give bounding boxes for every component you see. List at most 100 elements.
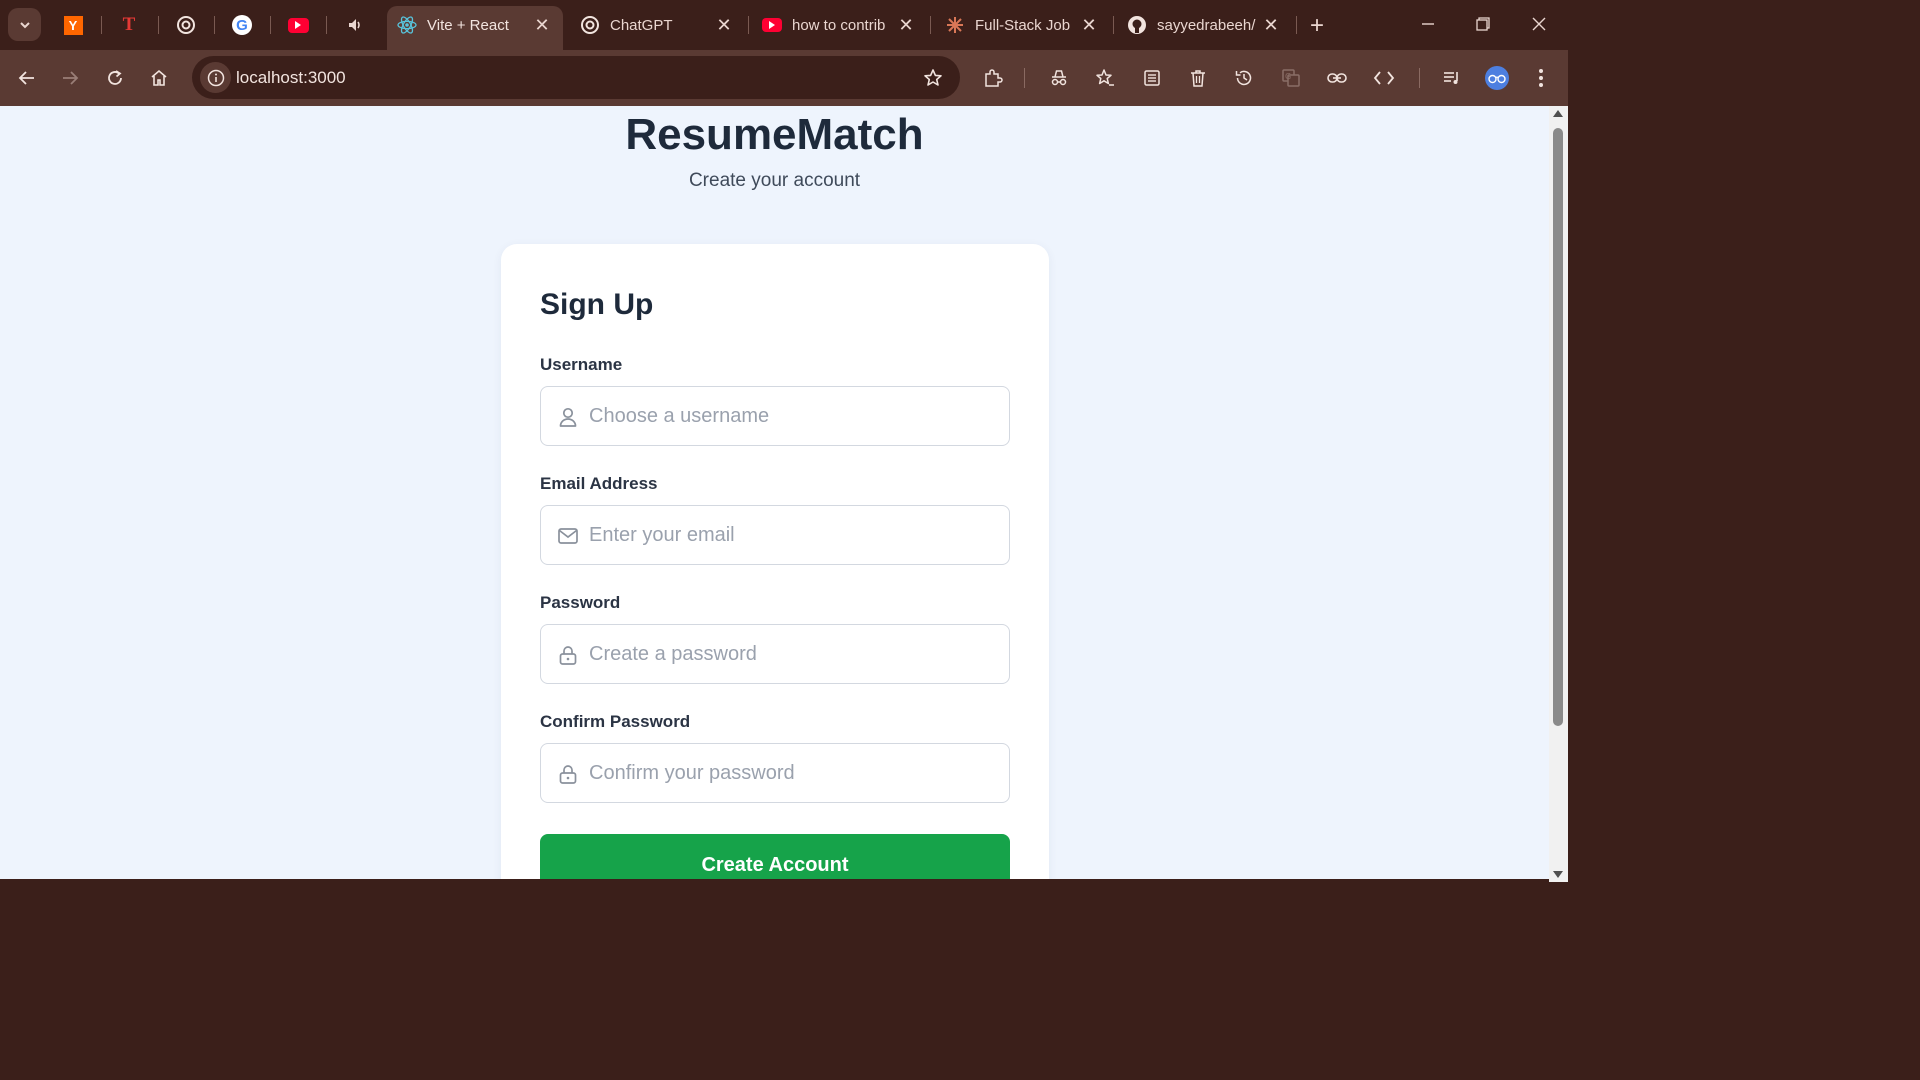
reading-list-icon bbox=[1144, 70, 1160, 86]
google-icon: G bbox=[232, 15, 252, 35]
history-icon bbox=[1235, 70, 1252, 86]
menu-button[interactable] bbox=[1525, 62, 1557, 94]
tab-separator bbox=[214, 16, 215, 34]
forward-button[interactable] bbox=[54, 62, 86, 94]
restore-button[interactable] bbox=[1460, 8, 1506, 40]
pinned-tab-ycombinator[interactable]: Y bbox=[58, 10, 88, 40]
mail-icon bbox=[558, 528, 578, 544]
create-account-button[interactable]: Create Account bbox=[540, 834, 1010, 882]
tab-vite-react[interactable]: Vite + React ✕ bbox=[387, 6, 563, 50]
dev-tools-button[interactable] bbox=[1368, 62, 1400, 94]
scroll-thumb[interactable] bbox=[1553, 128, 1563, 726]
address-bar[interactable]: localhost:3000 bbox=[192, 56, 960, 99]
site-info-button[interactable] bbox=[200, 62, 231, 93]
tab-title: Vite + React bbox=[427, 16, 509, 34]
profile-avatar[interactable] bbox=[1485, 66, 1509, 90]
extensions-button[interactable] bbox=[977, 62, 1009, 94]
url-text: localhost:3000 bbox=[236, 68, 346, 87]
vertical-scrollbar[interactable] bbox=[1549, 106, 1568, 882]
close-icon[interactable]: ✕ bbox=[895, 14, 917, 36]
signup-card: Sign Up Username Email Address Password … bbox=[501, 244, 1049, 882]
window-bottom-edge bbox=[0, 879, 1549, 882]
info-icon bbox=[207, 69, 224, 86]
close-icon[interactable]: ✕ bbox=[1078, 14, 1100, 36]
toolbar-separator bbox=[1419, 68, 1420, 88]
t-logo-icon: T bbox=[122, 14, 136, 35]
minimize-button[interactable] bbox=[1405, 8, 1451, 40]
user-icon bbox=[559, 407, 577, 427]
close-icon[interactable]: ✕ bbox=[1260, 14, 1282, 36]
back-button[interactable] bbox=[11, 62, 43, 94]
username-label: Username bbox=[540, 355, 623, 374]
password-field bbox=[540, 624, 1010, 684]
lock-icon bbox=[559, 765, 577, 784]
tab-chatgpt[interactable]: ChatGPT ✕ bbox=[570, 6, 745, 44]
password-input[interactable] bbox=[589, 625, 999, 683]
pinned-tab-google[interactable]: G bbox=[227, 10, 257, 40]
close-window-button[interactable] bbox=[1516, 8, 1562, 40]
email-input[interactable] bbox=[589, 506, 999, 564]
app-title: ResumeMatch bbox=[625, 110, 924, 159]
translate-button[interactable]: G bbox=[1275, 62, 1307, 94]
star-list-icon bbox=[1096, 69, 1114, 86]
claude-icon bbox=[945, 15, 965, 35]
translate-icon: G bbox=[1282, 69, 1300, 87]
reload-button[interactable] bbox=[99, 62, 131, 94]
close-icon[interactable]: ✕ bbox=[531, 14, 553, 36]
incognito-button[interactable] bbox=[1043, 62, 1075, 94]
openai-icon bbox=[580, 15, 600, 35]
tab-youtube-video[interactable]: how to contrib ✕ bbox=[752, 6, 927, 44]
close-icon bbox=[1532, 17, 1546, 31]
tab-separator bbox=[326, 16, 327, 34]
tab-title: Full-Stack Job bbox=[975, 16, 1071, 34]
tab-title: sayyedrabeeh/ bbox=[1157, 16, 1256, 34]
copy-link-button[interactable] bbox=[1321, 62, 1353, 94]
youtube-icon bbox=[287, 17, 309, 33]
chevron-down-icon bbox=[19, 21, 30, 28]
form-title: Sign Up bbox=[540, 288, 654, 321]
lock-icon bbox=[559, 646, 577, 665]
speaker-icon bbox=[349, 19, 360, 31]
tab-separator bbox=[101, 16, 102, 34]
email-field bbox=[540, 505, 1010, 565]
delete-button[interactable] bbox=[1182, 62, 1214, 94]
tab-search-button[interactable] bbox=[8, 8, 41, 41]
history-button[interactable] bbox=[1228, 62, 1260, 94]
toolbar-separator bbox=[1024, 68, 1025, 88]
media-control-button[interactable] bbox=[1436, 62, 1468, 94]
profile-icon bbox=[1488, 74, 1506, 84]
reading-list-button[interactable] bbox=[1136, 62, 1168, 94]
puzzle-icon bbox=[985, 69, 1003, 87]
tab-separator bbox=[930, 16, 931, 34]
pinned-tab-t[interactable]: T bbox=[114, 10, 144, 40]
tab-github[interactable]: sayyedrabeeh/ ✕ bbox=[1117, 6, 1292, 44]
pinned-tab-youtube[interactable] bbox=[283, 10, 313, 40]
tab-title: how to contrib bbox=[792, 16, 886, 34]
reload-icon bbox=[108, 70, 122, 85]
new-tab-button[interactable]: + bbox=[1303, 12, 1331, 40]
playlist-icon bbox=[1444, 72, 1458, 84]
home-button[interactable] bbox=[143, 62, 175, 94]
confirm-password-input[interactable] bbox=[589, 744, 999, 802]
tab-full-stack-job[interactable]: Full-Stack Job ✕ bbox=[935, 6, 1110, 44]
scroll-up-arrow-icon[interactable] bbox=[1553, 110, 1563, 117]
password-label: Password bbox=[540, 593, 621, 612]
pinned-tab-audio[interactable] bbox=[340, 10, 370, 40]
code-icon bbox=[1373, 71, 1395, 85]
scroll-down-arrow-icon[interactable] bbox=[1553, 871, 1563, 878]
confirm-password-label: Confirm Password bbox=[540, 712, 691, 731]
svg-text:G: G bbox=[1285, 72, 1291, 81]
incognito-icon bbox=[1051, 70, 1067, 86]
close-icon[interactable]: ✕ bbox=[713, 14, 735, 36]
confirm-password-field bbox=[540, 743, 1010, 803]
tab-title: ChatGPT bbox=[610, 16, 673, 34]
browser-toolbar: localhost:3000 G bbox=[0, 50, 1568, 106]
pinned-tab-chatgpt[interactable] bbox=[171, 10, 201, 40]
react-icon bbox=[397, 15, 417, 35]
username-input[interactable] bbox=[589, 387, 999, 445]
openai-icon bbox=[177, 16, 195, 34]
bookmark-button[interactable] bbox=[920, 65, 946, 91]
favorites-button[interactable] bbox=[1089, 62, 1121, 94]
email-label: Email Address bbox=[540, 474, 658, 493]
tab-separator bbox=[158, 16, 159, 34]
